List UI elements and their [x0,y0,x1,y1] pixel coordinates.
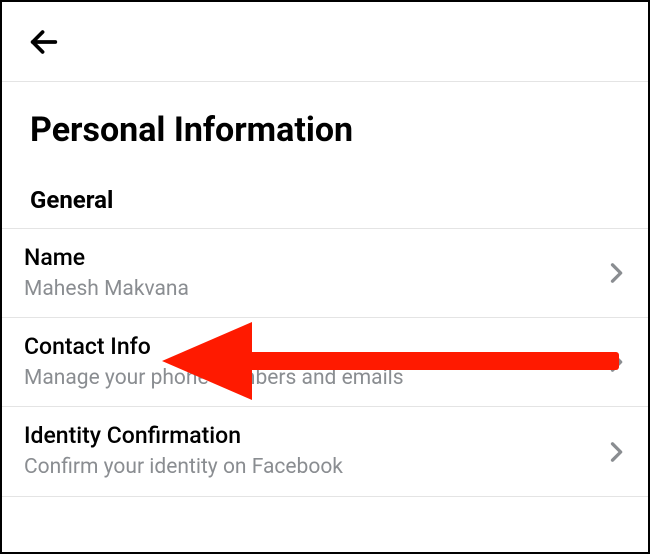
list-item-label: Contact Info [24,332,404,362]
list-item-content: Identity Confirmation Confirm your ident… [24,421,343,481]
list-item-label: Identity Confirmation [24,421,343,451]
section-label-general: General [2,168,648,228]
header-bar [2,2,648,82]
list-item-name[interactable]: Name Mahesh Makvana [2,228,648,318]
list-item-content: Name Mahesh Makvana [24,243,189,303]
chevron-right-icon [602,438,630,466]
list-item-identity-confirmation[interactable]: Identity Confirmation Confirm your ident… [2,407,648,496]
list-item-sub: Mahesh Makvana [24,275,189,303]
back-button[interactable] [24,22,64,62]
list-item-contact-info[interactable]: Contact Info Manage your phone numbers a… [2,318,648,407]
list-item-content: Contact Info Manage your phone numbers a… [24,332,404,392]
list-item-sub: Manage your phone numbers and emails [24,364,404,392]
chevron-right-icon [602,259,630,287]
page-title: Personal Information [2,82,648,168]
list-item-label: Name [24,243,189,273]
list-item-sub: Confirm your identity on Facebook [24,453,343,481]
chevron-right-icon [602,348,630,376]
back-icon [27,25,61,59]
